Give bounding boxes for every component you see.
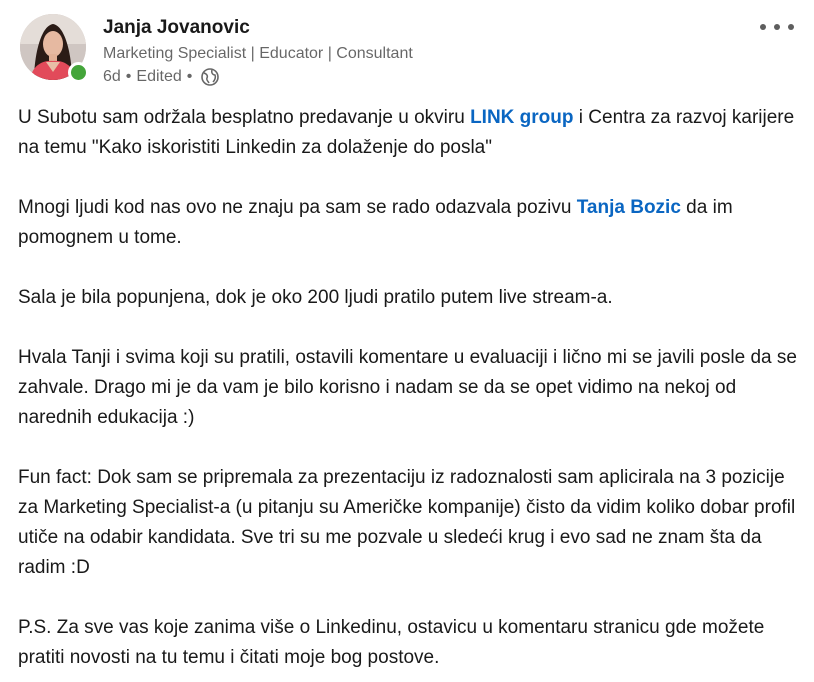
post-paragraph-6: P.S. Za sve vas koje zanima više o Linke… <box>18 617 765 668</box>
author-headline: Marketing Specialist | Educator | Consul… <box>103 45 413 62</box>
feed-post: Janja Jovanovic Marketing Specialist | E… <box>0 0 814 682</box>
separator-dot: • <box>186 68 193 85</box>
menu-dot <box>788 24 794 30</box>
author-name[interactable]: Janja Jovanovic <box>103 17 250 39</box>
author-avatar[interactable] <box>20 14 89 83</box>
post-header: Janja Jovanovic Marketing Specialist | E… <box>20 14 794 90</box>
menu-dot <box>760 24 766 30</box>
post-meta: 6d • Edited • <box>103 67 220 87</box>
post-paragraph-4: Hvala Tanji i svima koji su pratili, ost… <box>18 347 797 428</box>
post-paragraph-1: U Subotu sam održala besplatno predavanj… <box>18 103 798 163</box>
post-age: 6d <box>103 68 121 85</box>
more-options-icon[interactable] <box>760 18 794 36</box>
post-body: U Subotu sam održala besplatno predavanj… <box>18 103 798 682</box>
post-paragraph-2: Mnogi ljudi kod nas ovo ne znaju pa sam … <box>18 193 798 253</box>
paragraph-text: U Subotu sam održala besplatno predavanj… <box>18 107 471 128</box>
edited-label: Edited <box>136 68 182 85</box>
mention-link-group[interactable]: LINK group <box>470 107 573 128</box>
paragraph-text: Mnogi ljudi kod nas ovo ne znaju pa sam … <box>18 197 577 218</box>
online-status-indicator <box>68 62 89 83</box>
menu-dot <box>774 24 780 30</box>
post-paragraph-5: Fun fact: Dok sam se pripremala za preze… <box>18 467 796 578</box>
globe-icon[interactable] <box>200 67 220 87</box>
post-paragraph-3: Sala je bila popunjena, dok je oko 200 l… <box>18 287 613 308</box>
separator-dot: • <box>125 68 132 85</box>
mention-tanja-bozic[interactable]: Tanja Bozic <box>577 197 681 218</box>
